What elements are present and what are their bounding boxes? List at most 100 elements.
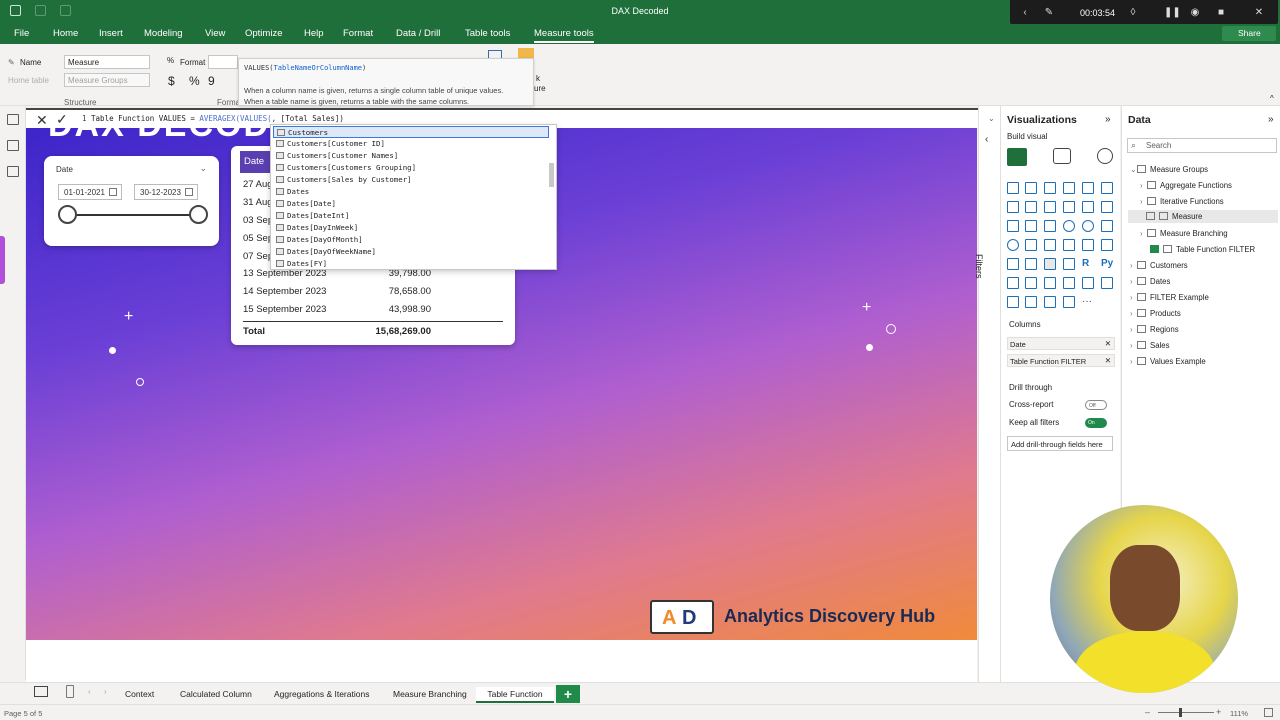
- python-icon[interactable]: Py: [1101, 258, 1113, 270]
- menu-home[interactable]: Home: [53, 28, 78, 39]
- currency-button[interactable]: $: [168, 74, 175, 88]
- gauge-icon[interactable]: [1082, 220, 1094, 232]
- format-select[interactable]: [208, 55, 238, 69]
- stop-icon[interactable]: ■: [1216, 8, 1226, 18]
- close-icon[interactable]: ✕: [1254, 8, 1264, 18]
- suggestion-item[interactable]: Dates: [273, 186, 549, 198]
- zoom-slider-track[interactable]: [1158, 712, 1214, 713]
- slider-end-handle[interactable]: [189, 205, 208, 224]
- azure-map-icon[interactable]: [1044, 239, 1056, 251]
- stacked-area-chart-icon[interactable]: [1044, 201, 1056, 213]
- menu-format[interactable]: Format: [343, 28, 373, 39]
- clustered-bar-chart-icon[interactable]: [1044, 182, 1056, 194]
- pie-chart-icon[interactable]: [1044, 220, 1056, 232]
- percent-button[interactable]: %: [189, 74, 200, 88]
- tree-node-products[interactable]: › Products: [1130, 309, 1181, 318]
- analytics-tab-icon[interactable]: [1097, 148, 1113, 164]
- model-view-icon[interactable]: [7, 166, 19, 177]
- suggestion-item[interactable]: Dates[Date]: [273, 198, 549, 210]
- suggestion-item[interactable]: Customers[Customer ID]: [273, 138, 549, 150]
- power-automate-icon[interactable]: [1025, 296, 1037, 308]
- zoom-slider-handle[interactable]: [1179, 708, 1182, 717]
- expand-icon[interactable]: ‹: [985, 134, 988, 145]
- filled-map-icon[interactable]: [1025, 239, 1037, 251]
- menu-measure-tools[interactable]: Measure tools: [534, 28, 594, 43]
- field-well-table-function-filter[interactable]: Table Function FILTER ✕: [1007, 354, 1115, 367]
- collapse-pane-icon[interactable]: »: [1105, 114, 1111, 125]
- decomposition-tree-icon[interactable]: [1025, 277, 1037, 289]
- r-script-icon[interactable]: R: [1082, 258, 1094, 270]
- table-icon[interactable]: [1044, 258, 1056, 270]
- pen-icon[interactable]: ✎: [1044, 8, 1054, 18]
- treemap-icon[interactable]: [1101, 220, 1113, 232]
- tree-node-aggregate-functions[interactable]: › Aggregate Functions: [1140, 181, 1232, 190]
- tree-node-table-function-filter[interactable]: Table Function FILTER: [1150, 245, 1255, 254]
- record-icon[interactable]: ◉: [1190, 8, 1200, 18]
- column-header-date[interactable]: Date: [240, 151, 271, 173]
- qa-icon[interactable]: [1044, 277, 1056, 289]
- calendar-icon[interactable]: [109, 188, 117, 196]
- date-slicer[interactable]: Date ⌄ 01-01-2021 30-12-2023: [44, 156, 219, 246]
- suggestion-item[interactable]: Dates[DateInt]: [273, 210, 549, 222]
- measure-name-input[interactable]: Measure: [64, 55, 150, 69]
- suggestion-item[interactable]: Dates[DayOfWeekName]: [273, 246, 549, 258]
- remove-field-icon[interactable]: ✕: [1105, 356, 1111, 365]
- filters-pane-collapsed[interactable]: ‹ Filters: [974, 106, 1000, 682]
- tree-node-measure[interactable]: Measure: [1128, 210, 1278, 223]
- matrix-icon[interactable]: [1063, 258, 1075, 270]
- tree-node-iterative-functions[interactable]: › Iterative Functions: [1140, 197, 1224, 206]
- tab-measure-branching[interactable]: Measure Branching: [393, 687, 467, 703]
- suggestion-item[interactable]: Customers[Sales by Customer]: [273, 174, 549, 186]
- slicer-icon[interactable]: [1025, 258, 1037, 270]
- tree-node-customers[interactable]: › Customers: [1130, 261, 1188, 270]
- slider-start-handle[interactable]: [58, 205, 77, 224]
- scatter-chart-icon[interactable]: [1025, 220, 1037, 232]
- goals-icon[interactable]: [1082, 277, 1094, 289]
- power-apps-icon[interactable]: [1007, 296, 1019, 308]
- smart-narrative-icon[interactable]: [1063, 296, 1075, 308]
- share-button[interactable]: Share: [1222, 26, 1276, 41]
- report-view-icon[interactable]: [7, 114, 19, 125]
- dropdown-scrollbar[interactable]: [549, 163, 554, 187]
- mobile-layout-icon[interactable]: [66, 685, 74, 698]
- map-icon[interactable]: [1007, 239, 1019, 251]
- field-well-date[interactable]: Date ✕: [1007, 337, 1115, 350]
- add-page-button[interactable]: +: [556, 685, 580, 703]
- comma-button[interactable]: 9: [208, 74, 215, 88]
- home-table-select[interactable]: Measure Groups: [64, 73, 150, 87]
- data-search-input[interactable]: Search: [1127, 138, 1277, 153]
- fit-page-icon[interactable]: [1264, 708, 1273, 717]
- area-chart-icon[interactable]: [1025, 201, 1037, 213]
- table-view-icon[interactable]: [7, 140, 19, 151]
- prev-page-icon[interactable]: ‹: [88, 687, 91, 696]
- tree-node-filter-example[interactable]: › FILTER Example: [1130, 293, 1209, 302]
- next-page-icon[interactable]: ›: [104, 687, 107, 696]
- tab-table-function[interactable]: Table Function: [476, 687, 554, 703]
- tree-node-dates[interactable]: › Dates: [1130, 277, 1170, 286]
- shield-icon[interactable]: ◊: [1128, 8, 1138, 18]
- desktop-layout-icon[interactable]: [34, 686, 48, 697]
- menu-optimize[interactable]: Optimize: [245, 28, 282, 39]
- zoom-out-icon[interactable]: –: [1145, 707, 1150, 717]
- collapse-pane-icon[interactable]: »: [1268, 114, 1274, 125]
- tree-node-measure-groups[interactable]: ⌄ Measure Groups: [1130, 165, 1208, 174]
- suggestion-item[interactable]: Customers[Customer Names]: [273, 150, 549, 162]
- tab-calculated-column[interactable]: Calculated Column: [180, 687, 252, 703]
- build-visual-tab-icon[interactable]: [1007, 148, 1027, 166]
- tree-node-measure-branching[interactable]: › Measure Branching: [1140, 229, 1228, 238]
- cancel-formula-icon[interactable]: ✕: [36, 112, 48, 129]
- add-drill-through-field[interactable]: Add drill-through fields here: [1007, 436, 1113, 451]
- suggestion-item[interactable]: Dates[DayOfMonth]: [273, 234, 549, 246]
- ribbon-chart-icon[interactable]: [1082, 201, 1094, 213]
- end-date-input[interactable]: 30-12-2023: [134, 184, 198, 200]
- keep-all-filters-toggle[interactable]: On: [1085, 418, 1107, 428]
- line-chart-icon[interactable]: [1007, 201, 1019, 213]
- 100-bar-chart-icon[interactable]: [1082, 182, 1094, 194]
- tab-context[interactable]: Context: [125, 687, 154, 703]
- expand-formula-icon[interactable]: ⌄: [988, 114, 995, 123]
- waterfall-chart-icon[interactable]: [1101, 201, 1113, 213]
- zoom-in-icon[interactable]: +: [1216, 707, 1221, 717]
- tree-node-regions[interactable]: › Regions: [1130, 325, 1179, 334]
- stacked-bar-chart-icon[interactable]: [1007, 182, 1019, 194]
- tree-node-values-example[interactable]: › Values Example: [1130, 357, 1206, 366]
